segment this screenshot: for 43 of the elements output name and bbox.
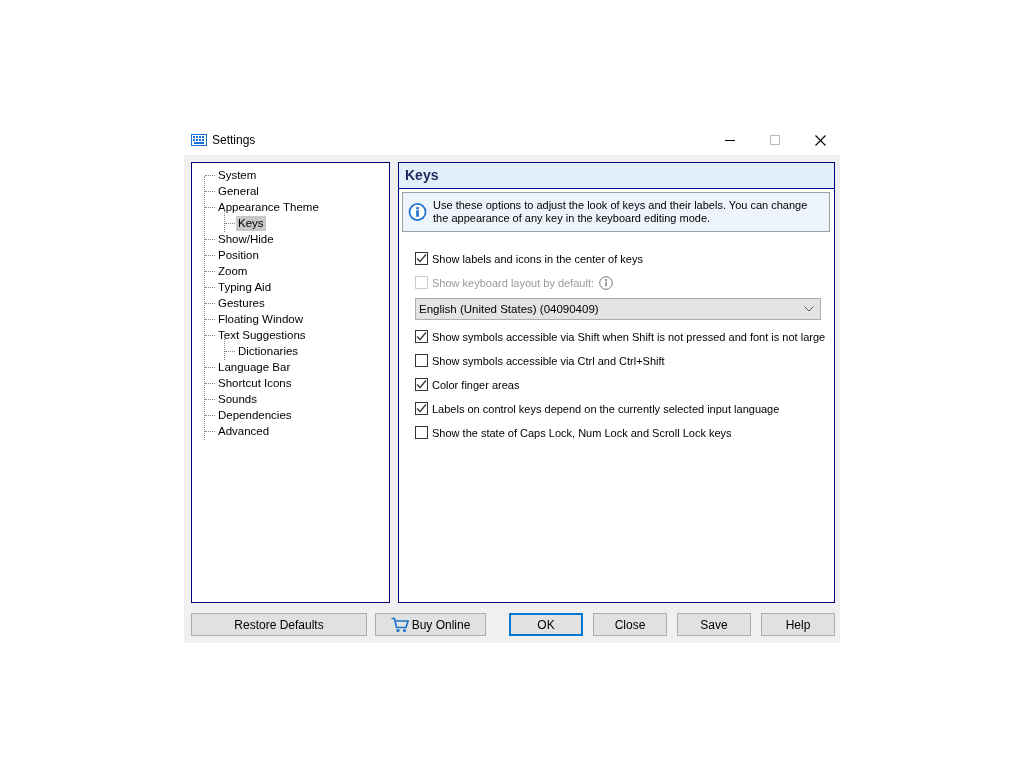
tree-item[interactable]: Text Suggestions (216, 328, 308, 343)
tree-item[interactable]: Typing Aid (216, 280, 274, 295)
checkbox[interactable] (415, 402, 428, 415)
language-dropdown[interactable]: English (United States) (04090409) (415, 298, 821, 320)
keyboard-icon (191, 134, 207, 146)
close-icon[interactable] (815, 134, 826, 146)
checkbox[interactable] (415, 426, 428, 439)
tree-item[interactable]: General (216, 184, 261, 199)
checkbox[interactable] (415, 354, 428, 367)
tree-item[interactable]: Language Bar (216, 360, 293, 375)
checkbox-label: Show keyboard layout by default: (432, 276, 595, 289)
checkbox-label: Color finger areas (432, 378, 520, 391)
tree-item[interactable]: System (216, 168, 259, 183)
dialog-button[interactable]: Buy Online (375, 613, 486, 636)
tree-item[interactable]: Sounds (216, 392, 259, 407)
checkbox[interactable] (415, 252, 428, 265)
dialog-button[interactable]: Save (677, 613, 751, 636)
tree-item[interactable]: Zoom (216, 264, 250, 279)
tree-item[interactable]: Keys (236, 216, 266, 231)
tree-item[interactable]: Show/Hide (216, 232, 276, 247)
info-text: Use these options to adjust the look of keys and their labels. You can change the appearance of any key in the keyboard editing mode. (433, 199, 809, 225)
panel-title: Keys (399, 163, 834, 189)
restore-defaults-button[interactable]: Restore Defaults (191, 613, 367, 636)
tree-item[interactable]: Dictionaries (236, 344, 301, 359)
checkbox-label: Show symbols accessible via Ctrl and Ctrl+Shift (432, 354, 665, 367)
checkbox[interactable] (415, 330, 428, 343)
dialog-button[interactable]: Close (593, 613, 667, 636)
chevron-down-icon (804, 306, 814, 312)
checkbox-label: Show the state of Caps Lock, Num Lock and Scroll Lock keys (432, 426, 732, 439)
tree-item[interactable]: Appearance Theme (216, 200, 321, 215)
tree-item[interactable]: Shortcut Icons (216, 376, 294, 391)
dialog-button[interactable]: Help (761, 613, 835, 636)
tree-item[interactable]: Position (216, 248, 261, 263)
checkbox-label: Labels on control keys depend on the currently selected input language (432, 402, 780, 415)
checkbox-label: Show labels and icons in the center of keys (432, 252, 643, 265)
tree-item[interactable]: Dependencies (216, 408, 294, 423)
dialog-button[interactable]: OK (509, 613, 583, 636)
tree-item[interactable]: Floating Window (216, 312, 305, 327)
checkbox-label: Show symbols accessible via Shift when Shift is not pressed and font is not large (432, 330, 826, 343)
tree-item[interactable]: Advanced (216, 424, 272, 439)
window-title: Settings (212, 133, 256, 147)
checkbox[interactable] (415, 378, 428, 391)
tree-item[interactable]: Gestures (216, 296, 267, 311)
